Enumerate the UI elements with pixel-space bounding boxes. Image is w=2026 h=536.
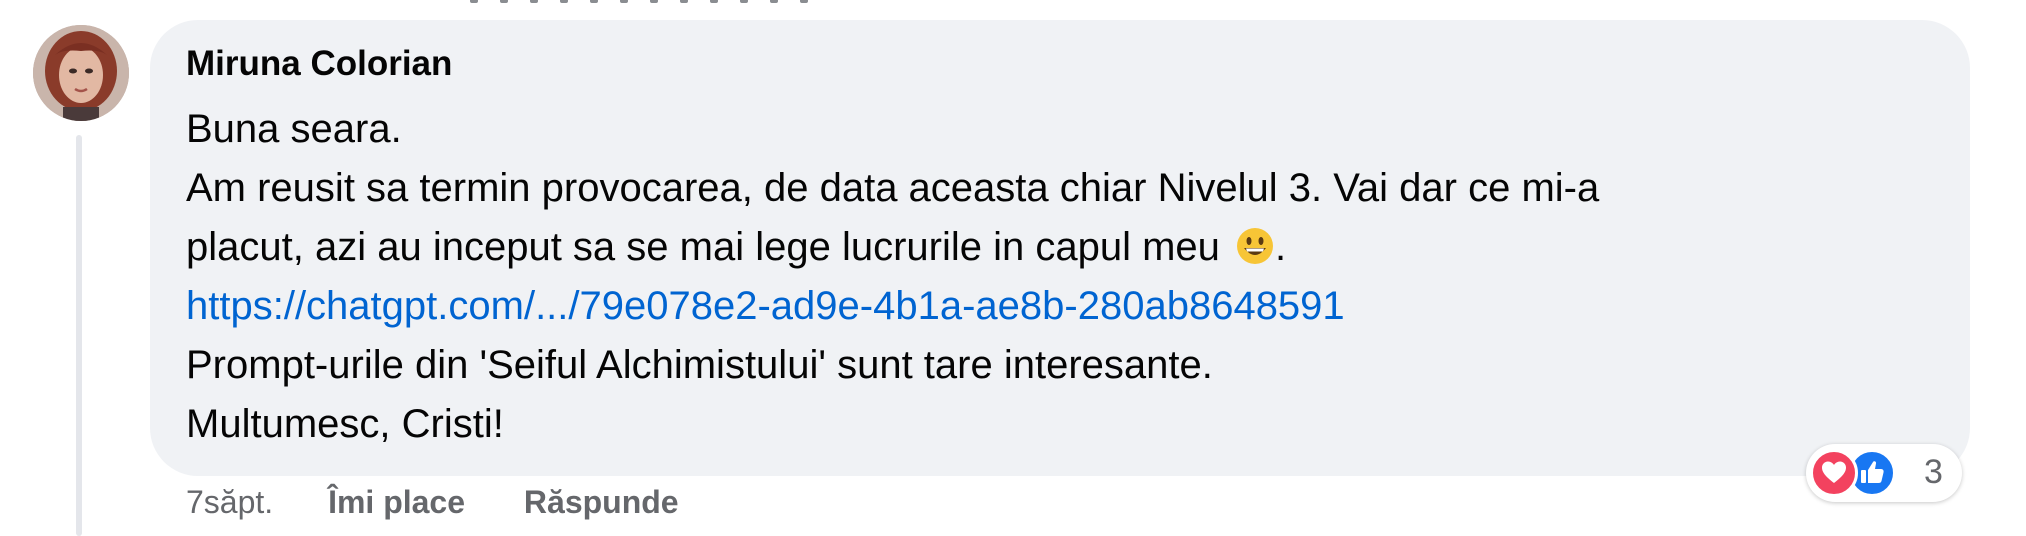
comment-line: Prompt-urile din 'Seiful Alchimistului' … — [186, 343, 1213, 387]
comment-line-text: placut, azi au inceput sa se mai lege lu… — [186, 225, 1220, 269]
comment-line: https://chatgpt.com/.../79e078e2-ad9e-4b… — [186, 277, 1946, 336]
comment-actions: 7săpt. Îmi place Răspunde — [186, 484, 729, 521]
chatgpt-link[interactable]: https://chatgpt.com/.../79e078e2-ad9e-4b… — [186, 284, 1345, 328]
comment-thread: Miruna Colorian Buna seara. Am reusit sa… — [0, 0, 2026, 536]
avatar[interactable] — [33, 25, 129, 121]
thread-line — [76, 135, 82, 536]
comment-timestamp[interactable]: 7săpt. — [186, 484, 273, 520]
comment-line: Am reusit sa termin provocarea, de data … — [186, 166, 1600, 210]
previous-comment-fragment — [470, 0, 890, 4]
reply-button[interactable]: Răspunde — [524, 484, 679, 520]
comment-line: Multumesc, Cristi! — [186, 402, 504, 446]
love-icon — [1810, 449, 1858, 497]
comment-line: placut, azi au inceput sa se mai lege lu… — [186, 218, 1946, 277]
comment-author[interactable]: Miruna Colorian — [186, 44, 452, 84]
reaction-count: 3 — [1924, 453, 1943, 491]
comment-line: Buna seara. — [186, 107, 402, 151]
grinning-face-icon — [1235, 226, 1275, 266]
avatar-photo — [33, 25, 129, 121]
like-button[interactable]: Îmi place — [328, 484, 465, 520]
reactions-summary[interactable]: 3 — [1806, 444, 1962, 502]
comment-body: Buna seara. Am reusit sa termin provocar… — [186, 100, 1946, 454]
comment-line-suffix: . — [1275, 225, 1287, 269]
